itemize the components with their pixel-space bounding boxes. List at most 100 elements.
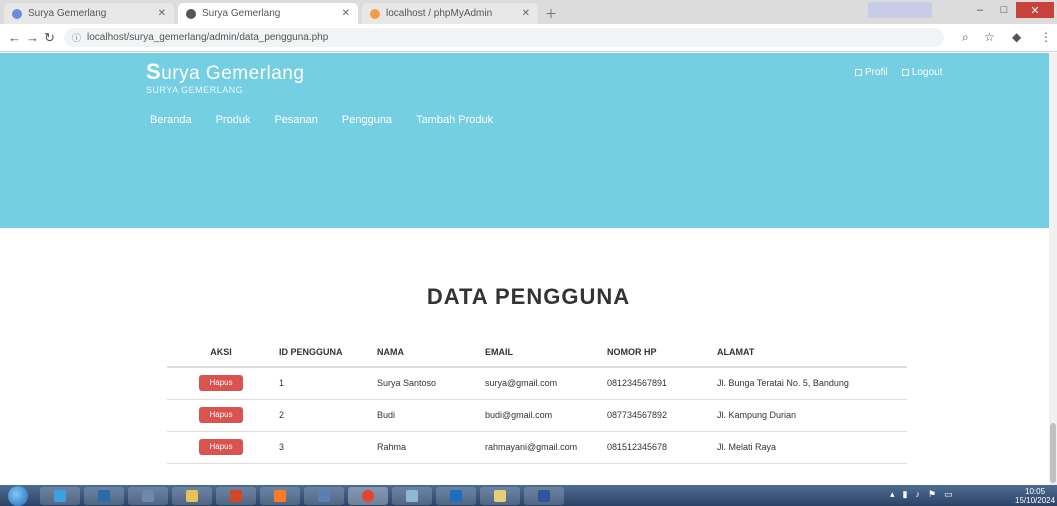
column-header: EMAIL	[481, 338, 603, 368]
delete-button[interactable]: Hapus	[199, 407, 243, 423]
cell-hp: 081512345678	[603, 431, 713, 464]
sublime-icon[interactable]	[304, 487, 344, 505]
volume-icon[interactable]: ♪	[915, 489, 920, 500]
cell-alamat: Jl. Melati Raya	[713, 431, 907, 464]
maximize-icon[interactable]: □	[992, 2, 1016, 18]
page-title: DATA PENGGUNA	[426, 284, 631, 309]
nav-item-tambah-produk[interactable]: Tambah Produk	[416, 114, 493, 126]
cell-email: budi@gmail.com	[481, 399, 603, 432]
table-row: Hapus 3 Rahma rahmayani@gmail.com 081512…	[167, 431, 907, 464]
nav-item-pengguna[interactable]: Pengguna	[342, 114, 392, 126]
delete-button[interactable]: Hapus	[199, 375, 243, 392]
favicon-icon	[370, 8, 380, 19]
column-header: ALAMAT	[713, 338, 907, 368]
cell-nama: Surya Santoso	[373, 367, 481, 400]
paint-icon[interactable]	[480, 487, 520, 505]
profile-link[interactable]: Profil	[855, 67, 888, 78]
nav-item-beranda[interactable]: Beranda	[150, 114, 192, 126]
browser-tab[interactable]: Surya Gemerlang ✕	[4, 3, 174, 24]
cell-id: 2	[275, 399, 373, 432]
cell-email: rahmayani@gmail.com	[481, 431, 603, 464]
os-taskbar: ▴ ▮ ♪ ⚑ ▭ 10:05 15/10/2024	[0, 485, 1057, 506]
tab-close-icon[interactable]: ✕	[522, 8, 530, 19]
cell-hp: 081234567891	[603, 367, 713, 400]
browser-toolbar: ← → ↻ ⓘ localhost/surya_gemerlang/admin/…	[0, 24, 1057, 52]
tray-arrow-icon[interactable]: ▴	[890, 489, 895, 500]
flag-icon[interactable]: ⚑	[928, 489, 936, 500]
user-icon	[855, 69, 862, 76]
zoom-icon[interactable]: ⌕	[962, 30, 969, 45]
table-row: Hapus 2 Budi budi@gmail.com 087734567892…	[167, 399, 907, 432]
logout-icon	[901, 69, 909, 76]
favicon-icon	[186, 8, 196, 19]
tab-close-icon[interactable]: ✕	[158, 8, 166, 19]
user-links: Profil Logout	[855, 67, 942, 78]
brand-tagline: SURYA GEMERLANG	[146, 85, 244, 95]
system-tray: ▴ ▮ ♪ ⚑ ▭	[890, 489, 953, 500]
powerpoint-icon[interactable]	[216, 487, 256, 505]
menu-dots-icon[interactable]: ⋮	[1040, 30, 1052, 44]
browser-tab[interactable]: localhost / phpMyAdmin ✕	[362, 3, 538, 24]
browser-tab-active[interactable]: Surya Gemerlang ✕	[178, 3, 358, 24]
media-icon[interactable]	[84, 487, 124, 505]
page-scrollbar[interactable]	[1049, 53, 1057, 485]
users-table: AKSI ID PENGGUNA NAMA EMAIL NOMOR HP ALA…	[167, 338, 907, 464]
browser-tab-strip: Surya Gemerlang ✕ Surya Gemerlang ✕ loca…	[0, 0, 1057, 24]
column-header: AKSI	[167, 338, 275, 368]
new-tab-icon[interactable]: ＋	[545, 5, 557, 22]
cell-id: 3	[275, 431, 373, 464]
url-text: localhost/surya_gemerlang/admin/data_pen…	[87, 32, 329, 43]
tab-close-icon[interactable]: ✕	[342, 8, 350, 19]
brand-name: urya Gemerlang	[161, 63, 305, 84]
clock-time: 10:05	[1025, 487, 1046, 496]
clock-date: 15/10/2024	[1015, 496, 1056, 505]
site-header: Surya Gemerlang SURYA GEMERLANG Profil L…	[0, 53, 1057, 228]
site-logo[interactable]: Surya Gemerlang	[146, 59, 304, 85]
back-arrow-icon[interactable]: ←	[8, 30, 21, 45]
brand-initial: S	[146, 59, 162, 84]
column-header: NOMOR HP	[603, 338, 713, 368]
app-icon[interactable]	[128, 487, 168, 505]
favicon-icon	[12, 8, 22, 19]
cell-hp: 087734567892	[603, 399, 713, 432]
extension-icon[interactable]: ◆	[1012, 30, 1021, 44]
explorer-icon[interactable]	[392, 487, 432, 505]
info-icon[interactable]: ⓘ	[72, 31, 81, 44]
logout-link[interactable]: Logout	[901, 67, 942, 78]
column-header: ID PENGGUNA	[275, 338, 373, 368]
browser-profile-button[interactable]	[868, 2, 932, 18]
table-header-row: AKSI ID PENGGUNA NAMA EMAIL NOMOR HP ALA…	[167, 338, 907, 368]
cell-nama: Budi	[373, 399, 481, 432]
nav-item-produk[interactable]: Produk	[216, 114, 251, 126]
minimize-icon[interactable]: –	[968, 2, 992, 18]
battery-icon[interactable]: ▭	[944, 489, 953, 500]
word-icon[interactable]	[524, 487, 564, 505]
table-row: Hapus 1 Surya Santoso surya@gmail.com 08…	[167, 367, 907, 400]
tab-label: Surya Gemerlang	[28, 8, 107, 19]
taskbar-clock[interactable]: 10:05 15/10/2024	[1015, 487, 1055, 505]
main-nav: Beranda Produk Pesanan Pengguna Tambah P…	[150, 114, 493, 126]
column-header: NAMA	[373, 338, 481, 368]
cell-alamat: Jl. Kampung Durian	[713, 399, 907, 432]
photoshop-icon[interactable]	[436, 487, 476, 505]
tab-label: localhost / phpMyAdmin	[386, 8, 493, 19]
ie-icon[interactable]	[40, 487, 80, 505]
tab-label: Surya Gemerlang	[202, 8, 281, 19]
close-window-icon[interactable]: ✕	[1016, 2, 1054, 18]
xampp-icon[interactable]	[260, 487, 300, 505]
scrollbar-thumb[interactable]	[1050, 423, 1056, 483]
cell-nama: Rahma	[373, 431, 481, 464]
chrome-icon[interactable]	[348, 487, 388, 505]
folder-icon[interactable]	[172, 487, 212, 505]
cell-alamat: Jl. Bunga Teratai No. 5, Bandung	[713, 367, 907, 400]
nav-item-pesanan[interactable]: Pesanan	[274, 114, 317, 126]
start-button-icon[interactable]	[8, 486, 28, 506]
delete-button[interactable]: Hapus	[199, 439, 243, 455]
address-bar[interactable]: ⓘ localhost/surya_gemerlang/admin/data_p…	[64, 28, 944, 47]
cell-email: surya@gmail.com	[481, 367, 603, 400]
forward-arrow-icon[interactable]: →	[26, 30, 39, 45]
reload-icon[interactable]: ↻	[44, 30, 55, 46]
cell-id: 1	[275, 367, 373, 400]
bookmark-star-icon[interactable]: ☆	[984, 30, 995, 44]
network-icon[interactable]: ▮	[903, 489, 908, 500]
